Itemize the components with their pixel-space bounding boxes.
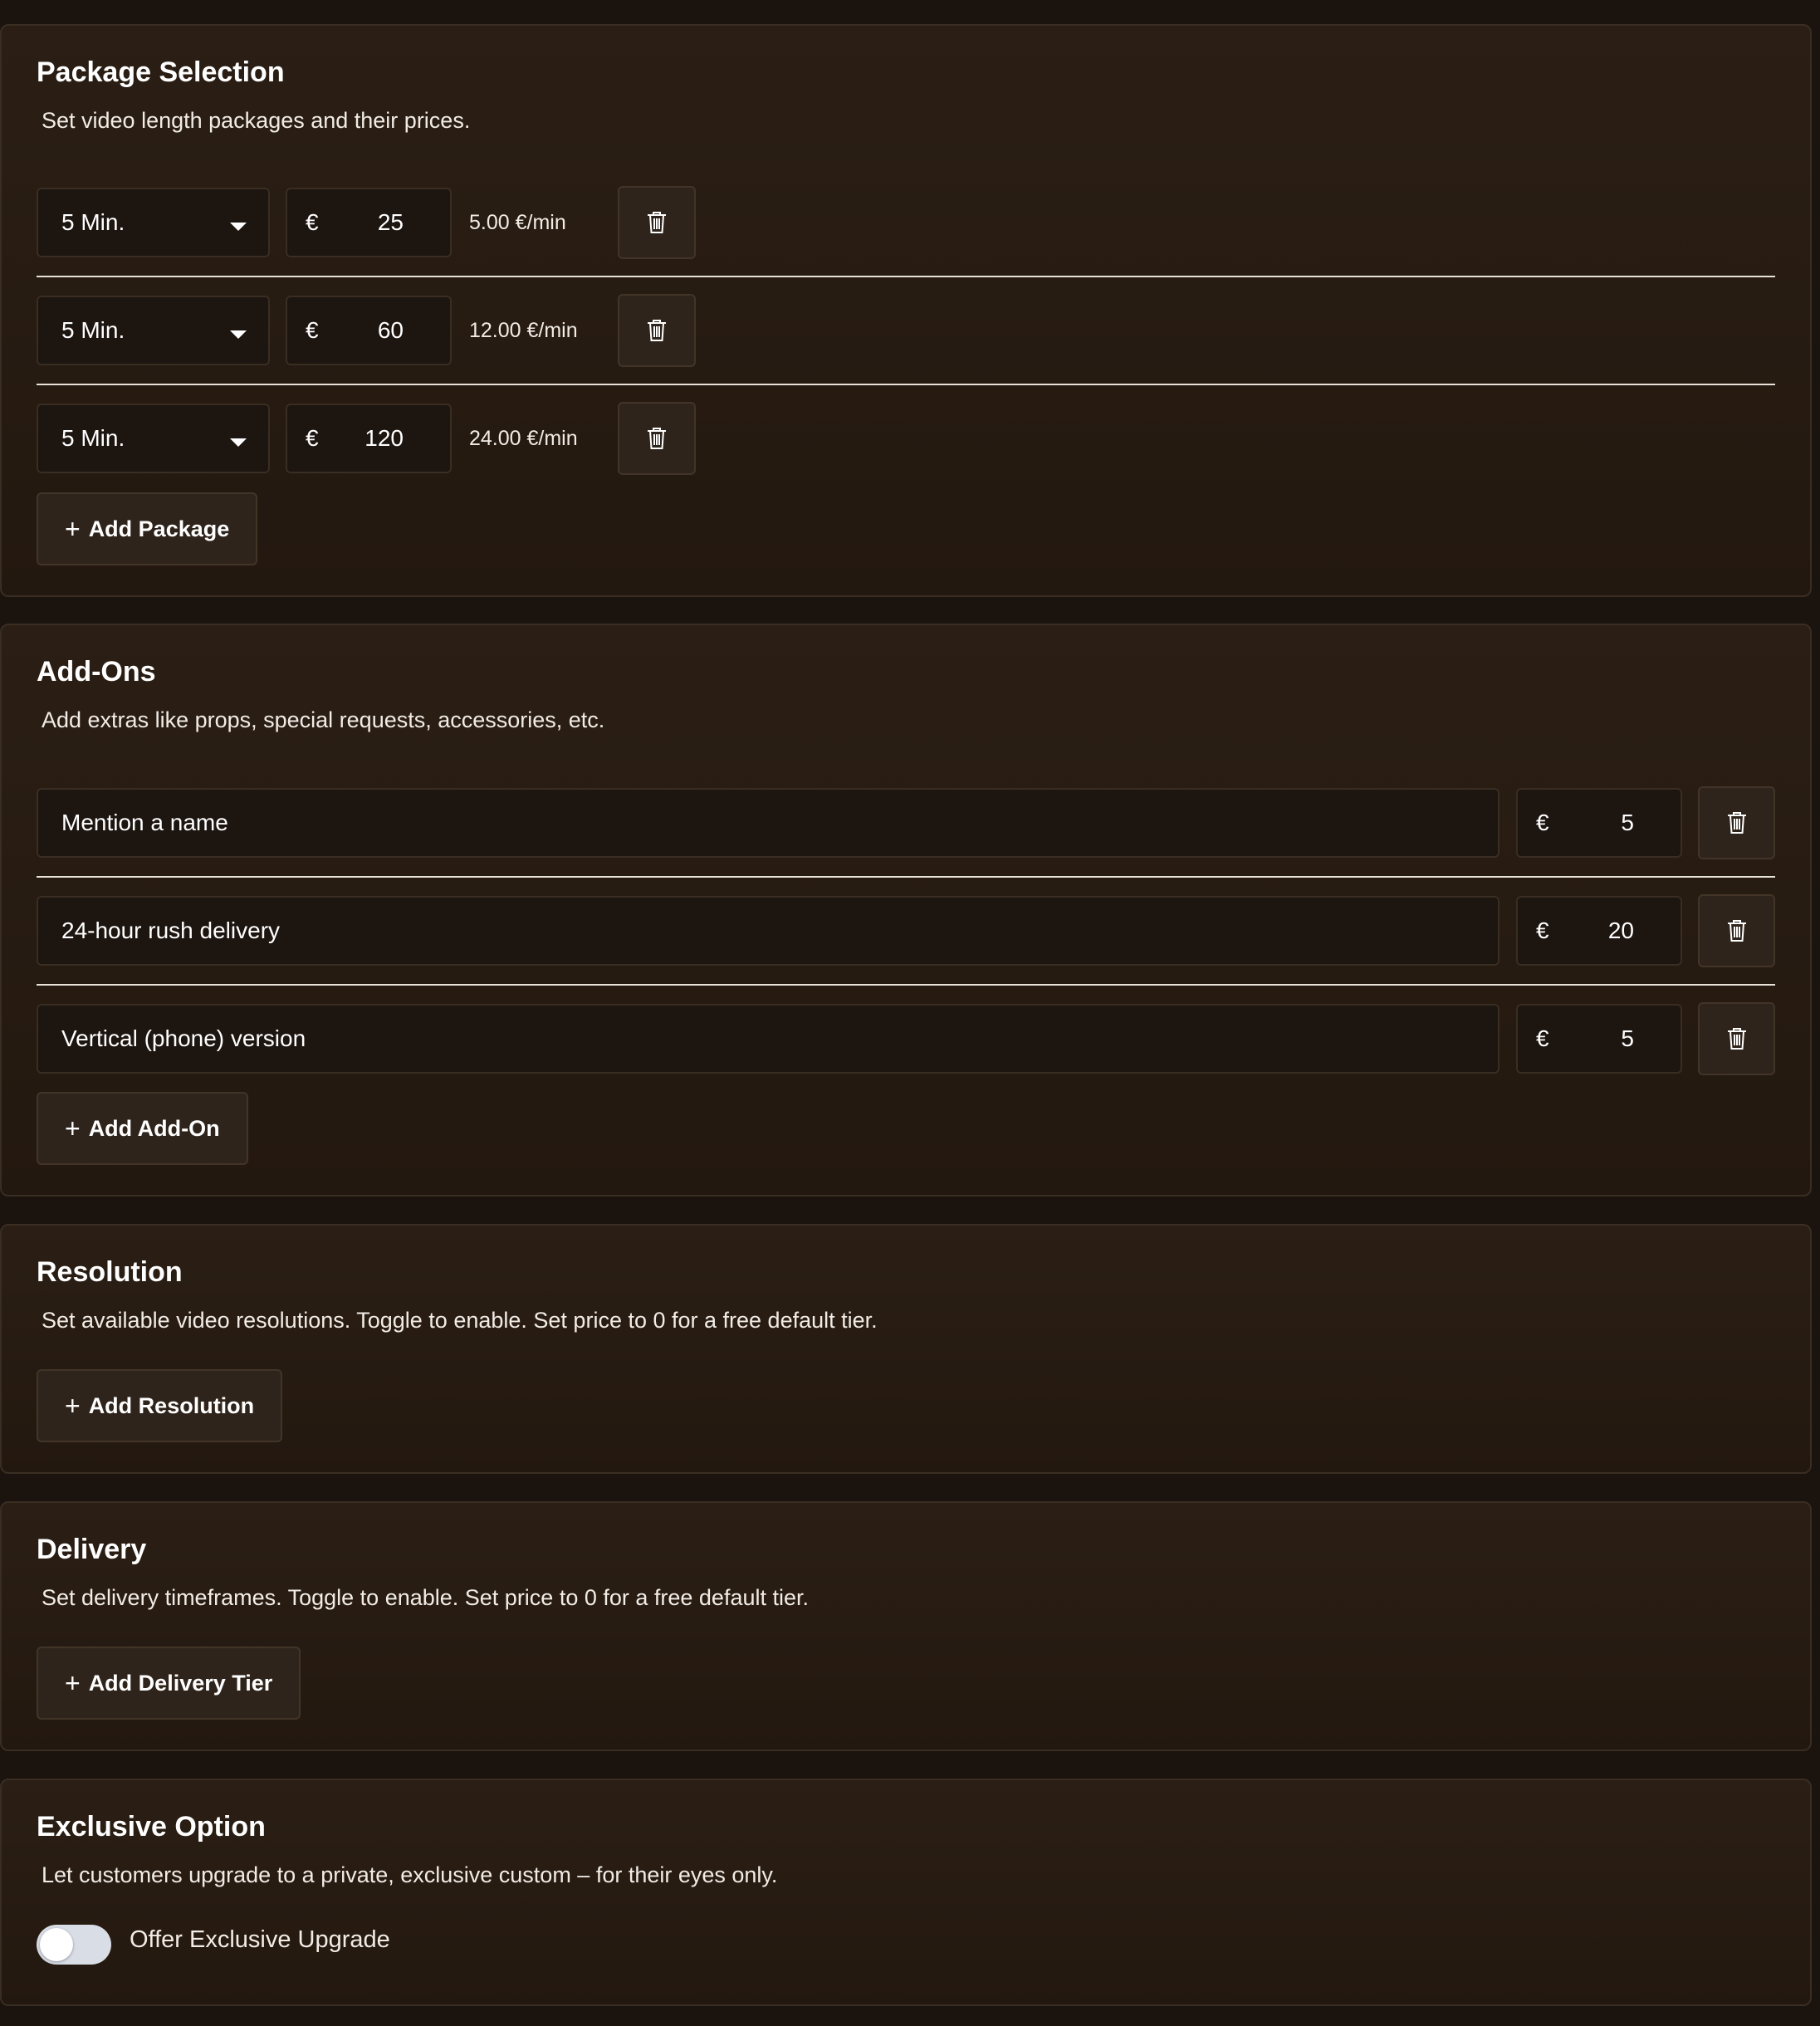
- currency-symbol: €: [306, 425, 319, 451]
- add-package-button[interactable]: + Add Package: [37, 492, 258, 565]
- trash-icon: [648, 320, 666, 341]
- exclusive-upgrade-toggle[interactable]: [37, 1925, 111, 1965]
- addon-price-input[interactable]: € 20: [1516, 896, 1682, 966]
- exclusive-upgrade-label: Offer Exclusive Upgrade: [130, 1926, 390, 1953]
- row-divider: [37, 984, 1775, 986]
- package-length-select[interactable]: 5 Min.: [37, 296, 270, 365]
- add-delivery-tier-label: Add Delivery Tier: [88, 1670, 273, 1696]
- resolution-description: Set available video resolutions. Toggle …: [42, 1308, 878, 1333]
- addons-title: Add-Ons: [37, 656, 156, 688]
- toggle-knob: [40, 1928, 73, 1961]
- package-length-value: 5 Min.: [61, 425, 125, 451]
- package-price-value: 60: [377, 317, 404, 343]
- chevron-down-icon: [230, 438, 247, 447]
- exclusive-option-card: [0, 1779, 1812, 2006]
- package-length-select[interactable]: 5 Min.: [37, 404, 270, 473]
- addon-name-value: Mention a name: [61, 810, 228, 835]
- currency-symbol: €: [1536, 1025, 1549, 1051]
- trash-icon: [648, 212, 666, 233]
- addon-price-value: 5: [1621, 810, 1634, 835]
- plus-icon: +: [65, 1391, 81, 1421]
- addon-name-input[interactable]: Mention a name: [37, 788, 1500, 858]
- plus-icon: +: [65, 1113, 81, 1143]
- trash-icon: [1727, 812, 1746, 834]
- add-resolution-button[interactable]: + Add Resolution: [37, 1369, 283, 1442]
- row-divider: [37, 276, 1775, 277]
- delete-addon-button[interactable]: [1698, 786, 1775, 859]
- package-length-value: 5 Min.: [61, 317, 125, 343]
- package-selection-title: Package Selection: [37, 56, 285, 88]
- trash-icon: [648, 428, 666, 449]
- addon-name-value: 24-hour rush delivery: [61, 918, 281, 943]
- currency-symbol: €: [1536, 918, 1549, 943]
- addon-name-input[interactable]: 24-hour rush delivery: [37, 896, 1500, 966]
- add-addon-label: Add Add-On: [88, 1115, 220, 1141]
- package-length-select[interactable]: 5 Min.: [37, 188, 270, 257]
- addon-name-value: Vertical (phone) version: [61, 1025, 306, 1051]
- plus-icon: +: [65, 514, 81, 544]
- add-package-label: Add Package: [88, 516, 230, 541]
- addons-description: Add extras like props, special requests,…: [42, 707, 605, 732]
- trash-icon: [1727, 920, 1746, 942]
- exclusive-option-description: Let customers upgrade to a private, excl…: [42, 1862, 778, 1887]
- add-delivery-tier-button[interactable]: + Add Delivery Tier: [37, 1647, 301, 1720]
- exclusive-option-title: Exclusive Option: [37, 1811, 266, 1842]
- delete-package-button[interactable]: [618, 402, 696, 475]
- currency-symbol: €: [1536, 810, 1549, 835]
- addon-price-value: 5: [1621, 1025, 1634, 1051]
- delete-package-button[interactable]: [618, 186, 696, 259]
- plus-icon: +: [65, 1668, 81, 1698]
- delivery-description: Set delivery timeframes. Toggle to enabl…: [42, 1585, 809, 1610]
- delete-addon-button[interactable]: [1698, 894, 1775, 967]
- package-rate: 12.00 €/min: [469, 319, 578, 342]
- add-resolution-label: Add Resolution: [88, 1392, 255, 1418]
- package-price-input[interactable]: € 120: [286, 404, 452, 473]
- package-price-input[interactable]: € 60: [286, 296, 452, 365]
- addon-price-input[interactable]: € 5: [1516, 1004, 1682, 1074]
- package-price-value: 120: [364, 425, 404, 451]
- addon-price-input[interactable]: € 5: [1516, 788, 1682, 858]
- currency-symbol: €: [306, 317, 319, 343]
- resolution-title: Resolution: [37, 1256, 183, 1288]
- add-addon-button[interactable]: + Add Add-On: [37, 1092, 248, 1165]
- chevron-down-icon: [230, 223, 247, 231]
- chevron-down-icon: [230, 330, 247, 339]
- row-divider: [37, 384, 1775, 385]
- package-length-value: 5 Min.: [61, 209, 125, 235]
- package-price-value: 25: [377, 209, 404, 235]
- addon-price-value: 20: [1607, 918, 1634, 943]
- trash-icon: [1727, 1028, 1746, 1050]
- package-selection-description: Set video length packages and their pric…: [42, 108, 471, 133]
- delete-package-button[interactable]: [618, 294, 696, 367]
- row-divider: [37, 876, 1775, 878]
- delivery-title: Delivery: [37, 1534, 147, 1565]
- package-price-input[interactable]: € 25: [286, 188, 452, 257]
- addon-name-input[interactable]: Vertical (phone) version: [37, 1004, 1500, 1074]
- currency-symbol: €: [306, 209, 319, 235]
- package-rate: 5.00 €/min: [469, 211, 566, 234]
- package-rate: 24.00 €/min: [469, 427, 578, 450]
- delete-addon-button[interactable]: [1698, 1002, 1775, 1075]
